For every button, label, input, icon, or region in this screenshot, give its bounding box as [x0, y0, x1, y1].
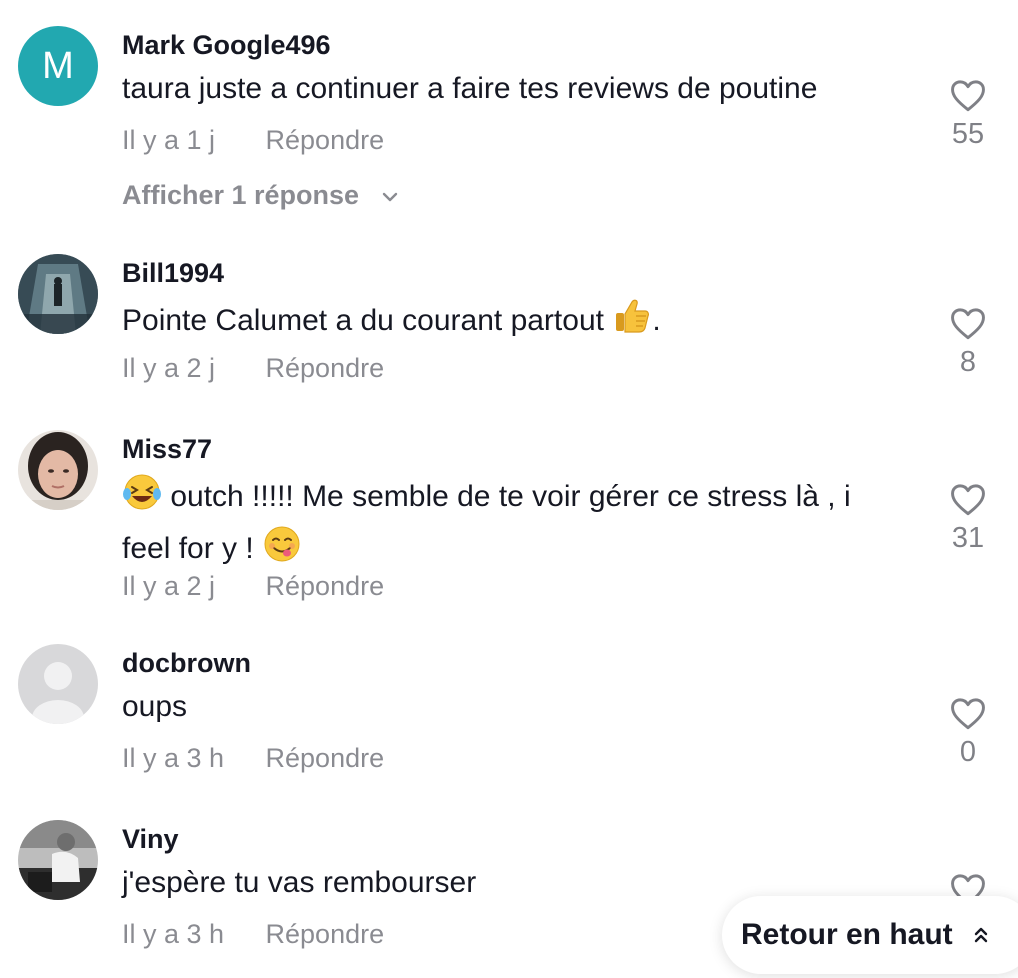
like-button[interactable]: 55 — [925, 78, 1011, 151]
avatar[interactable] — [18, 430, 98, 510]
heart-icon — [951, 698, 985, 730]
comment-text-suffix: . — [652, 304, 661, 337]
reply-button[interactable]: Répondre — [266, 353, 385, 384]
avatar[interactable] — [18, 254, 98, 334]
reply-button[interactable]: Répondre — [266, 919, 385, 950]
comment-username[interactable]: docbrown — [122, 648, 251, 679]
view-replies-label: Afficher 1 réponse — [122, 180, 360, 210]
comment-meta: Il y a 2 j Répondre — [122, 353, 384, 384]
comment-meta: Il y a 3 h Répondre — [122, 743, 384, 774]
like-count: 31 — [951, 522, 985, 554]
view-replies-button[interactable]: Afficher 1 réponse — [122, 180, 399, 211]
comment-username[interactable]: Viny — [122, 824, 179, 855]
like-button[interactable]: 31 — [925, 482, 1011, 555]
comment-username[interactable]: Bill1994 — [122, 258, 224, 289]
comment-time: Il y a 2 j — [122, 353, 216, 383]
like-count: 55 — [951, 118, 985, 150]
default-avatar-icon — [18, 644, 98, 724]
avatar[interactable] — [18, 820, 98, 900]
like-count: 0 — [959, 736, 977, 768]
comment-time: Il y a 3 h — [122, 919, 225, 949]
heart-icon — [951, 484, 985, 516]
like-button[interactable]: 8 — [925, 306, 1011, 379]
like-button[interactable]: 0 — [925, 696, 1011, 769]
comment-time: Il y a 1 j — [122, 125, 216, 155]
avatar-photo — [18, 430, 98, 510]
comment-list: M Mark Google496 taura juste a continuer… — [0, 0, 1018, 978]
comment-username[interactable]: Miss77 — [122, 434, 212, 465]
chevron-down-icon — [382, 192, 397, 202]
like-count: 8 — [959, 346, 977, 378]
comment-text: Pointe Calumet a du courant partout . — [122, 296, 912, 348]
heart-icon — [951, 80, 985, 112]
comment-username[interactable]: Mark Google496 — [122, 30, 331, 61]
thumbs-up-emoji — [612, 296, 652, 348]
heart-icon — [951, 308, 985, 340]
avatar[interactable]: M — [18, 26, 98, 106]
double-chevron-up-icon — [974, 927, 987, 943]
back-to-top-button[interactable]: Retour en haut — [722, 896, 1018, 974]
comment-text: outch !!!!! Me semble de te voir gérer c… — [122, 472, 902, 576]
comment-meta: Il y a 1 j Répondre — [122, 125, 384, 156]
avatar-photo — [18, 820, 98, 900]
avatar-letter: M — [42, 44, 74, 87]
reply-button[interactable]: Répondre — [266, 125, 385, 156]
avatar-photo — [18, 254, 98, 334]
comment-text: oups — [122, 690, 188, 723]
comment-meta: Il y a 3 h Répondre — [122, 919, 384, 950]
avatar[interactable] — [18, 644, 98, 724]
comment-text-body: outch !!!!! Me semble de te voir gérer c… — [122, 480, 851, 565]
savoring-face-emoji — [262, 524, 302, 576]
reply-button[interactable]: Répondre — [266, 743, 385, 774]
comment-text: taura juste a continuer a faire tes revi… — [122, 72, 818, 105]
comment-time: Il y a 2 j — [122, 571, 216, 601]
back-to-top-label: Retour en haut — [741, 918, 953, 951]
comment-text-body: Pointe Calumet a du courant partout — [122, 304, 604, 337]
reply-button[interactable]: Répondre — [266, 571, 385, 602]
laughing-tears-emoji — [122, 472, 162, 524]
comment-time: Il y a 3 h — [122, 743, 225, 773]
comment-meta: Il y a 2 j Répondre — [122, 571, 384, 602]
